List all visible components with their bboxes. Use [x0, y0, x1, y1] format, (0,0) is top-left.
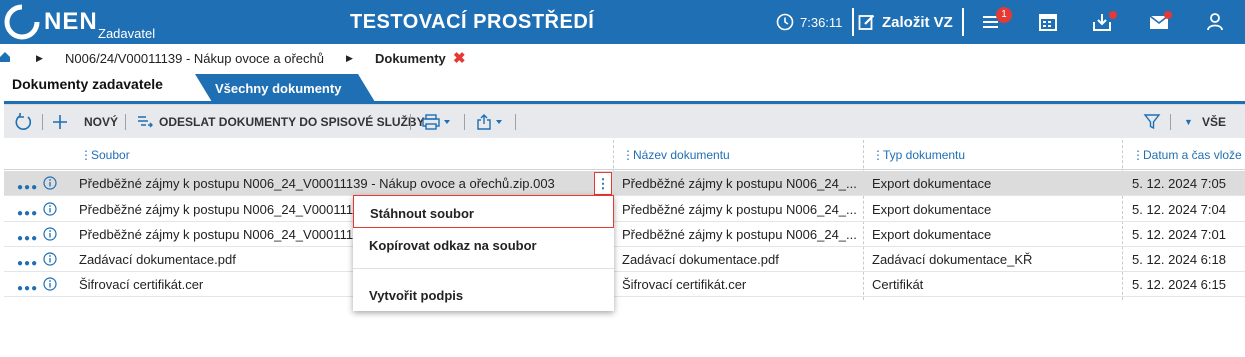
table-row[interactable]: ●●● Předběžné zájmy k postupu N006_24_V0… — [4, 197, 1245, 222]
row-actions-icon[interactable]: ●●● — [17, 233, 38, 244]
column-header-file[interactable]: ⋮Soubor — [80, 148, 130, 162]
nen-logo-icon[interactable] — [4, 4, 40, 40]
divider — [125, 114, 126, 130]
print-icon[interactable] — [422, 114, 454, 130]
session-time: 7:36:11 — [800, 15, 843, 30]
cell-type: Certifikát — [872, 277, 924, 292]
column-header-type[interactable]: ⋮Typ dokumentu — [872, 148, 965, 162]
edit-icon — [858, 14, 875, 30]
column-menu-icon[interactable]: ⋮ — [872, 148, 884, 162]
table-row[interactable]: ●●● Předběžné zájmy k postupu N006_24_V0… — [4, 222, 1245, 247]
menu-item-download-file[interactable]: Stáhnout soubor — [353, 195, 614, 228]
tab-bar: Dokumenty zadavatele Všechny dokumenty — [0, 72, 1245, 102]
column-menu-icon[interactable]: ⋮ — [622, 148, 634, 162]
notification-badge: 1 — [996, 7, 1012, 23]
row-actions-icon[interactable]: ●●● — [17, 283, 38, 294]
info-icon[interactable] — [43, 252, 57, 266]
cell-name: Zadávací dokumentace.pdf — [622, 252, 779, 267]
home-icon[interactable] — [0, 52, 10, 62]
refresh-icon[interactable] — [14, 113, 32, 131]
cell-date: 5. 12. 2024 6:18 — [1132, 252, 1226, 267]
row-actions-icon[interactable]: ●●● — [17, 208, 38, 219]
divider — [42, 114, 43, 130]
menu-item-copy-link[interactable]: Kopírovat odkaz na soubor — [353, 228, 614, 261]
cell-type: Export dokumentace — [872, 227, 992, 242]
column-header-name[interactable]: ⋮Název dokumentu — [622, 148, 730, 162]
column-menu-icon[interactable]: ⋮ — [1132, 148, 1144, 162]
top-bar: NEN Zadavatel TESTOVACÍ PROSTŘEDÍ 7:36:1… — [0, 0, 1245, 44]
row-actions-icon[interactable]: ●●● — [17, 258, 38, 269]
table-row[interactable]: ●●● Šifrovací certifikát.cer Šifrovací c… — [4, 272, 1245, 297]
create-contract-label: Založit VZ — [882, 13, 953, 31]
close-icon[interactable]: ✖ — [453, 49, 466, 67]
table-header: ⋮Soubor ⋮Název dokumentu ⋮Typ dokumentu … — [4, 140, 1245, 170]
row-actions-icon[interactable]: ●●● — [17, 182, 38, 193]
tab-documents-contracting[interactable]: Dokumenty zadavatele — [12, 76, 163, 92]
tab-all-documents-label: Všechny dokumenty — [215, 81, 342, 96]
filter-scope-value[interactable]: VŠE — [1202, 105, 1226, 139]
info-icon[interactable] — [43, 277, 57, 291]
divider — [515, 114, 516, 130]
cell-date: 5. 12. 2024 7:04 — [1132, 202, 1226, 217]
cell-name: Předběžné zájmy k postupu N006_24_... — [622, 176, 857, 191]
row-menu-kebab-icon[interactable]: ⋮ — [594, 172, 612, 195]
send-to-records-button[interactable]: ODESLAT DOKUMENTY DO SPISOVÉ SLUŽBY — [159, 105, 425, 139]
menu-item-create-signature[interactable]: Vytvořit podpis — [353, 278, 614, 311]
info-icon[interactable] — [43, 176, 57, 190]
create-contract-button[interactable]: Založit VZ — [858, 11, 953, 33]
breadcrumb-item-contract[interactable]: N006/24/V00011139 - Nákup ovoce a ořechů — [65, 51, 324, 66]
row-context-menu: Stáhnout soubor Kopírovat odkaz na soubo… — [353, 195, 614, 311]
environment-title: TESTOVACÍ PROSTŘEDÍ — [350, 11, 595, 33]
chevron-right-icon: ▶ — [36, 53, 43, 63]
table-row[interactable]: ●●● Předběžné zájmy k postupu N006_24_V0… — [4, 171, 1245, 196]
divider — [464, 114, 465, 130]
cell-date: 5. 12. 2024 7:05 — [1132, 176, 1226, 191]
cell-name: Předběžné zájmy k postupu N006_24_... — [622, 227, 857, 242]
brand-subtitle: Zadavatel — [98, 26, 156, 41]
calendar-icon[interactable] — [1036, 10, 1060, 34]
info-icon[interactable] — [43, 227, 57, 241]
filter-icon[interactable] — [1143, 113, 1161, 131]
cell-name: Šifrovací certifikát.cer — [622, 277, 747, 292]
cell-file: Předběžné zájmy k postupu N006_24_V00011… — [79, 176, 555, 191]
clock-icon — [776, 13, 794, 31]
toolbar: NOVÝ ODESLAT DOKUMENTY DO SPISOVÉ SLUŽBY… — [4, 104, 1245, 138]
send-list-icon — [138, 116, 153, 128]
cell-type: Zadávací dokumentace_KŘ — [872, 252, 1033, 267]
export-icon[interactable] — [476, 114, 508, 130]
cell-type: Export dokumentace — [872, 176, 992, 191]
user-icon[interactable] — [1203, 10, 1227, 34]
divider — [852, 8, 854, 36]
column-header-date[interactable]: ⋮Datum a čas vlože — [1132, 148, 1242, 162]
menu-divider — [353, 268, 614, 269]
breadcrumb-item-documents: Dokumenty — [375, 51, 446, 66]
chevron-down-icon[interactable]: ▼ — [1184, 105, 1193, 139]
divider — [410, 114, 411, 130]
inbox-alert-dot — [1109, 11, 1117, 19]
plus-icon[interactable] — [52, 114, 68, 130]
cell-type: Export dokumentace — [872, 202, 992, 217]
cell-date: 5. 12. 2024 7:01 — [1132, 227, 1226, 242]
cell-name: Předběžné zájmy k postupu N006_24_... — [622, 202, 857, 217]
mail-alert-dot — [1164, 11, 1172, 19]
info-icon[interactable] — [43, 202, 57, 216]
breadcrumb: ▶ N006/24/V00011139 - Nákup ovoce a ořec… — [0, 48, 1245, 68]
divider — [962, 8, 964, 36]
cell-date: 5. 12. 2024 6:15 — [1132, 277, 1226, 292]
tab-all-documents[interactable]: Všechny dokumenty — [195, 74, 375, 102]
chevron-right-icon: ▶ — [346, 53, 353, 63]
table-row[interactable]: ●●● Zadávací dokumentace.pdf Zadávací do… — [4, 247, 1245, 272]
column-menu-icon[interactable]: ⋮ — [80, 148, 92, 162]
new-button[interactable]: NOVÝ — [84, 105, 118, 139]
divider — [1170, 114, 1171, 130]
brand-name: NEN — [44, 8, 98, 35]
